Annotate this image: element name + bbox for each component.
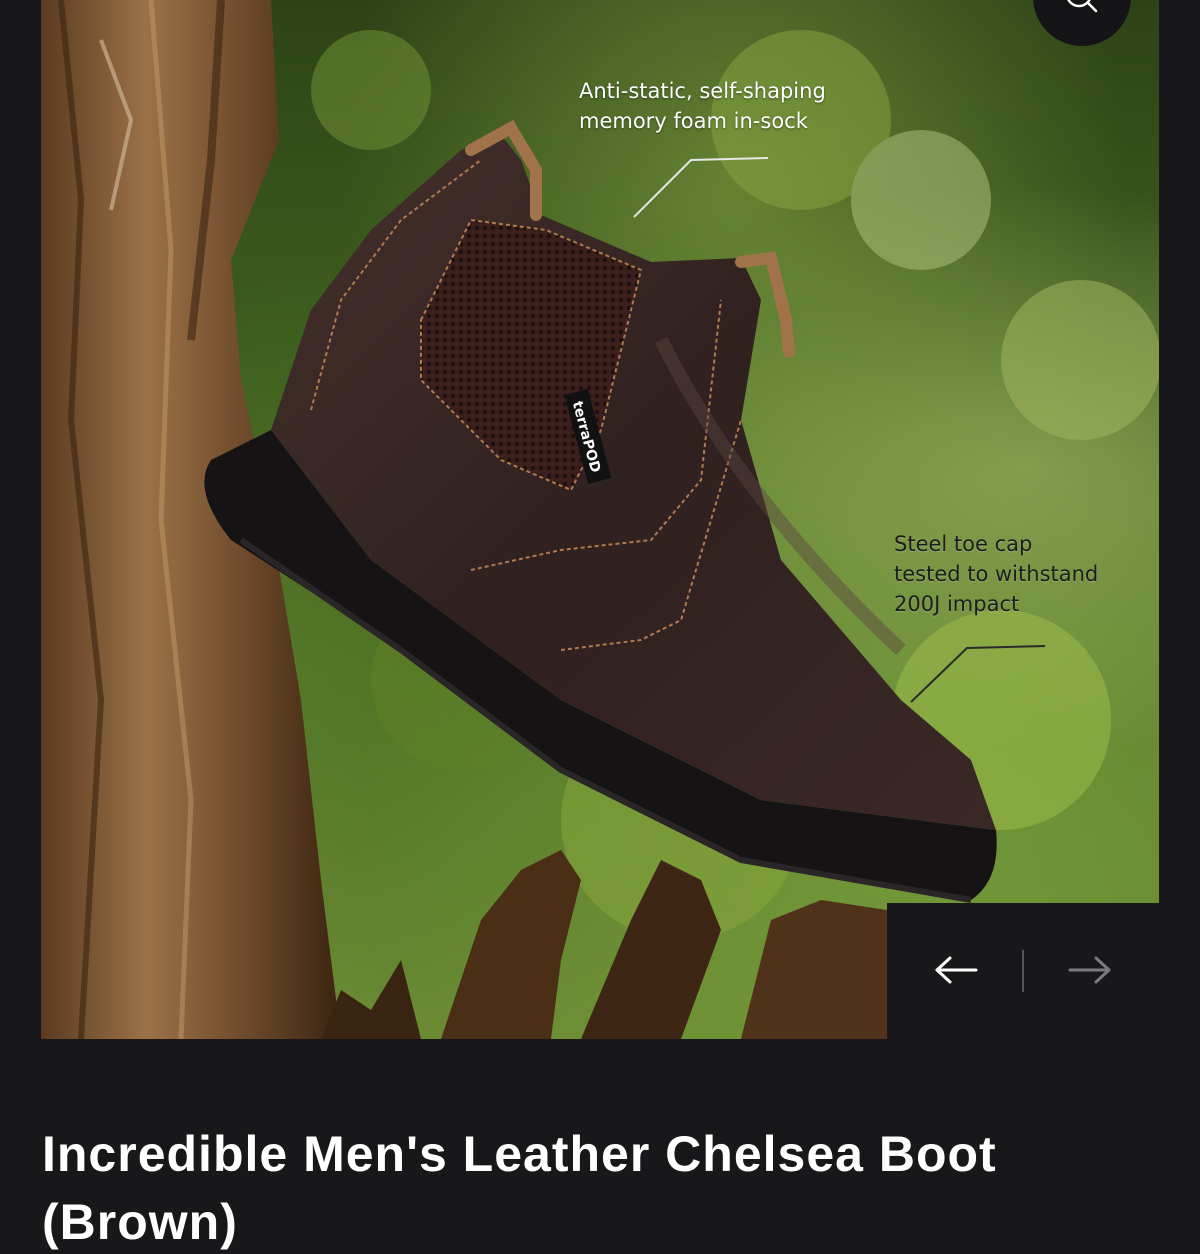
arrow-left-icon (934, 955, 978, 988)
callout-foam: Anti-static, self-shaping memory foam in… (579, 79, 826, 133)
product-title: Incredible Men's Leather Chelsea Boot (B… (42, 1126, 997, 1250)
next-image-button[interactable] (1050, 941, 1130, 1001)
arrow-right-icon (1068, 955, 1112, 988)
callout-toe-cap: Steel toe cap tested to withstand 200J i… (894, 532, 1099, 616)
gallery-navigation (887, 903, 1159, 1039)
product-page: terraPOD Anti-static, self-shaping memor… (0, 0, 1200, 1254)
nav-divider (1022, 950, 1024, 992)
previous-image-button[interactable] (916, 941, 996, 1001)
product-image-gallery[interactable]: terraPOD Anti-static, self-shaping memor… (41, 0, 1159, 1039)
product-photo: terraPOD (41, 0, 1159, 1039)
